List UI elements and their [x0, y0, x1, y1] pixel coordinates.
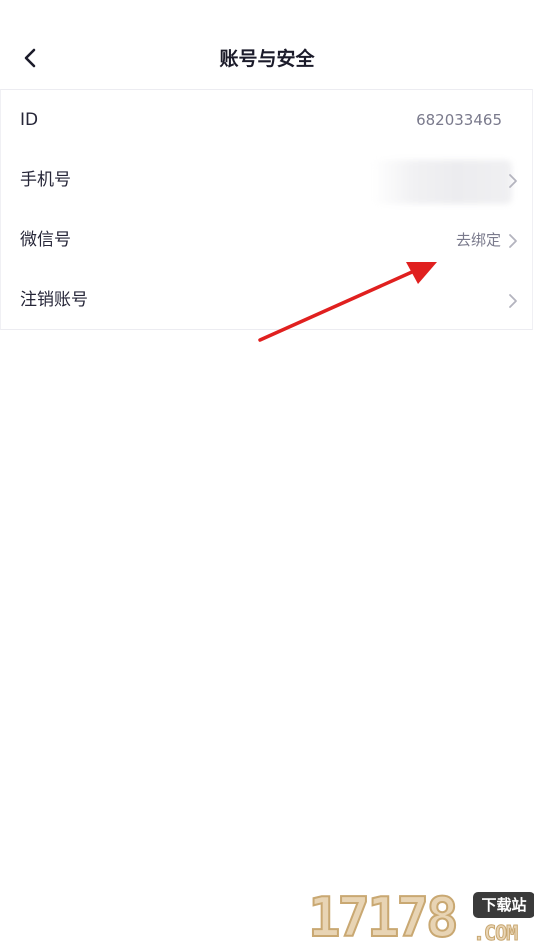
row-phone[interactable]: 手机号 — [1, 150, 532, 210]
header-bar: 账号与安全 — [0, 0, 534, 89]
row-id[interactable]: ID 682033465 — [1, 90, 532, 150]
site-watermark: 17178 下载站 .COM — [307, 885, 534, 950]
row-id-label: ID — [20, 110, 39, 130]
watermark-suffix: .COM — [473, 921, 519, 946]
row-cancel-account-label: 注销账号 — [20, 290, 88, 310]
row-wechat-label: 微信号 — [20, 230, 71, 250]
watermark-badge: 下载站 — [473, 892, 534, 918]
settings-list: ID 682033465 手机号 微信号 去绑定 注销账号 — [0, 89, 533, 330]
row-phone-label: 手机号 — [20, 170, 71, 190]
chevron-right-icon — [509, 174, 517, 188]
chevron-right-icon — [509, 294, 517, 308]
watermark-digits: 17178 — [307, 885, 460, 950]
page-title: 账号与安全 — [219, 48, 315, 70]
row-wechat-value: 去绑定 — [455, 231, 501, 249]
chevron-right-icon — [509, 234, 517, 248]
blurred-phone-number — [372, 160, 512, 204]
row-cancel-account[interactable]: 注销账号 — [1, 270, 532, 330]
row-id-value: 682033465 — [416, 111, 502, 129]
row-wechat[interactable]: 微信号 去绑定 — [1, 210, 532, 270]
